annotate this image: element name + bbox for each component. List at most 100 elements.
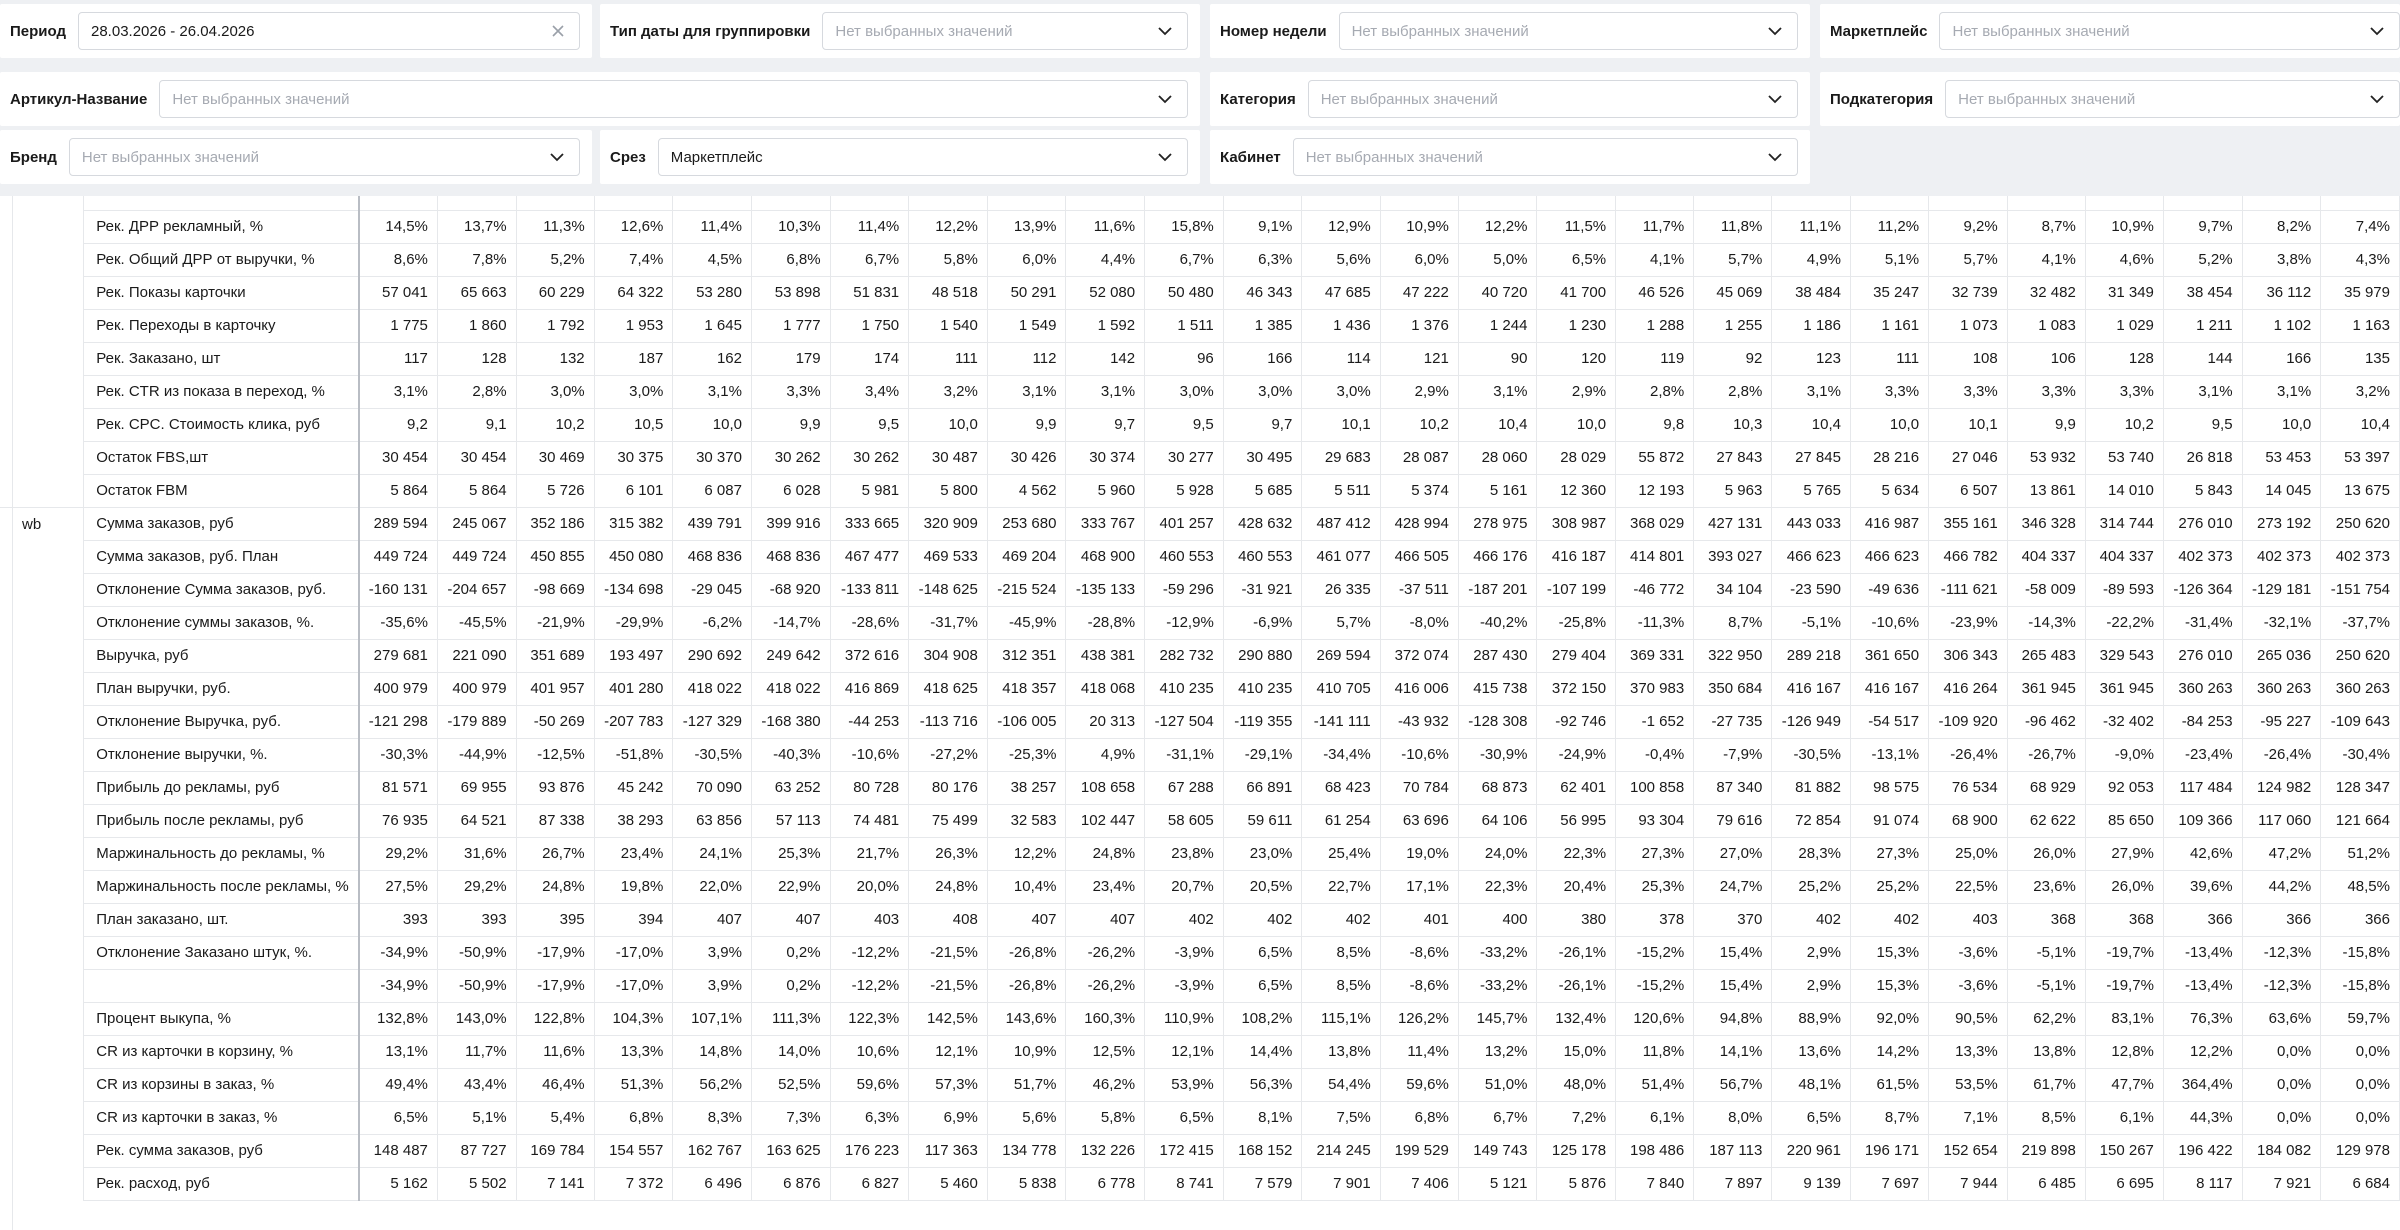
group-cell xyxy=(0,196,85,210)
value-cell: 361 945 xyxy=(2085,672,2164,706)
value-cell: 48 518 xyxy=(908,276,988,310)
value-cell: -14,3% xyxy=(2007,606,2086,640)
value-cell: 7,3% xyxy=(751,1101,831,1135)
table-row: CR из корзины в заказ, % 49,4% 43,4% 46,4% 5… xyxy=(0,1068,2400,1102)
value-cell: 20 313 xyxy=(1065,705,1146,739)
value-cell: 144 xyxy=(2163,342,2243,376)
value-cell: -133 811 xyxy=(830,573,910,607)
metric-name-cell: Рек. расход, руб xyxy=(83,1167,360,1201)
cabinet-select[interactable]: Нет выбранных значений xyxy=(1292,138,1798,176)
value-cell: 6,3% xyxy=(1223,243,1303,277)
value-cell: 11,5% xyxy=(1536,210,1617,244)
value-cell: 176 223 xyxy=(830,1134,910,1168)
value-cell: -119 355 xyxy=(1223,705,1303,739)
value-cell: 361 945 xyxy=(2007,672,2086,706)
value-cell: -30,3% xyxy=(358,738,438,772)
slice-select[interactable]: Маркетплейс xyxy=(657,138,1188,176)
value-cell: -15,2% xyxy=(1615,969,1695,1003)
value-cell: 11,4% xyxy=(830,210,910,244)
value-cell: 52,5% xyxy=(751,1068,831,1102)
value-cell xyxy=(1771,196,1851,211)
value-cell: 3,2% xyxy=(2320,375,2400,409)
value-cell: 30 375 xyxy=(594,441,674,475)
group-cell xyxy=(0,606,85,639)
value-cell: 169 784 xyxy=(516,1134,595,1168)
value-cell: 12 360 xyxy=(1536,474,1617,508)
value-cell: 449 724 xyxy=(358,540,438,574)
date-type-select[interactable]: Нет выбранных значений xyxy=(822,12,1188,50)
metric-name-cell: Отклонение выручки, %. xyxy=(83,738,360,772)
subcategory-select[interactable]: Нет выбранных значений xyxy=(1945,80,2400,118)
value-cell: -5,1% xyxy=(2007,969,2086,1003)
value-cell: 0,0% xyxy=(2242,1035,2322,1069)
value-cell: 410 235 xyxy=(1223,672,1303,706)
value-cell: -10,6% xyxy=(1380,738,1459,772)
value-cell: 1 645 xyxy=(672,309,752,343)
value-cell: 59,6% xyxy=(1380,1068,1459,1102)
group-cell xyxy=(0,309,85,342)
value-cell: 51,3% xyxy=(594,1068,674,1102)
value-cell: 329 543 xyxy=(2085,639,2164,673)
article-select[interactable]: Нет выбранных значений xyxy=(159,80,1188,118)
value-cell: 10,2 xyxy=(1380,408,1459,442)
value-cell: 28 087 xyxy=(1380,441,1459,475)
metric-name-cell: Рек. CTR из показа в переход, % xyxy=(83,375,360,409)
close-icon[interactable] xyxy=(549,22,567,40)
value-cell: 26,0% xyxy=(2007,837,2086,871)
value-cell: 42,6% xyxy=(2163,837,2243,871)
value-cell: 12,2% xyxy=(1458,210,1538,244)
value-cell: -84 253 xyxy=(2163,705,2243,739)
value-cell: 46,4% xyxy=(516,1068,595,1102)
value-cell: 380 xyxy=(1536,903,1617,937)
value-cell: 400 979 xyxy=(437,672,517,706)
value-cell: 6 695 xyxy=(2085,1167,2164,1201)
value-cell: 5,7% xyxy=(1693,243,1773,277)
metric-name-cell: CR из карточки в корзину, % xyxy=(83,1035,360,1069)
value-cell: 6,5% xyxy=(358,1101,438,1135)
value-cell: 3,1% xyxy=(672,375,752,409)
value-cell: 27,9% xyxy=(2085,837,2164,871)
value-cell: -10,6% xyxy=(830,738,910,772)
value-cell xyxy=(751,196,831,211)
value-cell: 1 102 xyxy=(2242,309,2322,343)
value-cell: 428 994 xyxy=(1380,507,1459,541)
group-cell xyxy=(0,1068,85,1101)
value-cell: -26,4% xyxy=(1928,738,2008,772)
value-cell xyxy=(594,196,674,211)
value-cell: 8,5% xyxy=(2007,1101,2086,1135)
value-cell: -13,4% xyxy=(2163,936,2243,970)
value-cell: -95 227 xyxy=(2242,705,2322,739)
value-cell: 250 620 xyxy=(2320,639,2400,673)
cabinet-filter: Кабинет Нет выбранных значений xyxy=(1210,130,1810,184)
brand-select[interactable]: Нет выбранных значений xyxy=(68,138,580,176)
value-cell: 1 953 xyxy=(594,309,674,343)
value-cell: 53,5% xyxy=(1928,1068,2008,1102)
table-row-partial xyxy=(0,196,2400,211)
value-cell: 5,6% xyxy=(1301,243,1381,277)
value-cell: 24,8% xyxy=(1065,837,1146,871)
value-cell: -23,4% xyxy=(2163,738,2243,772)
value-cell: 8 741 xyxy=(1144,1167,1224,1201)
value-cell: 418 357 xyxy=(987,672,1067,706)
value-cell: 142 xyxy=(1065,342,1146,376)
value-cell: 160,3% xyxy=(1065,1002,1146,1036)
value-cell xyxy=(2320,196,2400,211)
value-cell: 3,0% xyxy=(1144,375,1224,409)
value-cell: 5,8% xyxy=(908,243,988,277)
week-number-select[interactable]: Нет выбранных значений xyxy=(1338,12,1798,50)
value-cell: 276 010 xyxy=(2163,639,2243,673)
table-row: Остаток FBM 5 864 5 864 5 726 6 101 6 087 6 02… xyxy=(0,474,2400,508)
value-cell: 4,3% xyxy=(2320,243,2400,277)
period-input[interactable]: 28.03.2026 - 26.04.2026 xyxy=(78,12,580,50)
group-cell xyxy=(0,573,85,606)
value-cell: -30,4% xyxy=(2320,738,2400,772)
marketplace-select[interactable]: Нет выбранных значений xyxy=(1939,12,2400,50)
value-cell: 370 xyxy=(1693,903,1773,937)
pivot-table-container[interactable]: Рек. ДРР рекламный, % 14,5% 13,7% 11,3% 12,6… xyxy=(0,196,2400,1230)
value-cell: 1 860 xyxy=(437,309,517,343)
value-cell: 402 373 xyxy=(2242,540,2322,574)
value-cell: 90 xyxy=(1458,342,1538,376)
category-select[interactable]: Нет выбранных значений xyxy=(1307,80,1798,118)
value-cell: -89 593 xyxy=(2085,573,2164,607)
table-row: Рек. CPC. Стоимость клика, руб 9,2 9,1 10,2… xyxy=(0,408,2400,442)
